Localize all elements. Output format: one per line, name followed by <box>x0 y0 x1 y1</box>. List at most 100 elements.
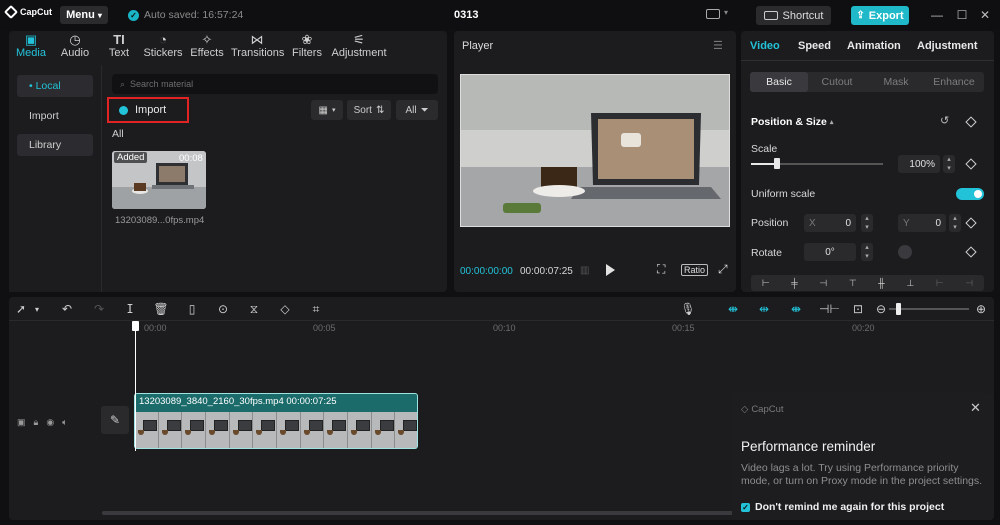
tab-adjustment[interactable]: Adjustment <box>917 40 978 52</box>
tab-stickers[interactable]: ◔ Stickers <box>141 33 185 61</box>
position-x-stepper[interactable]: ▴ ▾ <box>861 214 873 232</box>
sort-button[interactable]: Sort ⇅ <box>347 100 391 120</box>
fullscreen-crop-icon[interactable]: ⛶ <box>657 262 665 277</box>
zoom-fit-icon[interactable]: ⊡ <box>850 302 866 316</box>
auto-snap-icon[interactable]: ⇹ <box>756 302 772 316</box>
lock-icon[interactable]: 🔒︎ <box>34 417 39 428</box>
sidebar-item-local[interactable]: • Local <box>17 75 93 97</box>
track-cover-icon[interactable]: ▣ <box>17 417 26 428</box>
microphone-icon[interactable]: 🎙︎ <box>680 302 696 316</box>
position-x-input[interactable]: X 0 <box>804 214 856 232</box>
tab-media[interactable]: ▣ Media <box>9 33 53 61</box>
uniform-scale-toggle[interactable] <box>956 188 984 200</box>
close-icon[interactable]: ✕ <box>970 400 981 416</box>
subtab-basic[interactable]: Basic <box>750 72 808 92</box>
align-left-icon[interactable]: ⊢ <box>762 278 770 289</box>
view-toggle-button[interactable]: ▦ ▾ <box>311 100 343 120</box>
align-extra-icon[interactable]: ⊣ <box>965 278 973 289</box>
tab-audio[interactable]: ◷ Audio <box>53 33 97 61</box>
scale-value-input[interactable]: 100% <box>898 155 940 173</box>
tab-adjustment[interactable]: ⚟ Adjustment <box>331 33 387 61</box>
align-center-v-icon[interactable]: ╫ <box>878 278 884 288</box>
redo-icon[interactable]: ↷ <box>91 302 107 316</box>
sidebar-item-library[interactable]: Library <box>17 134 93 156</box>
expand-icon[interactable]: ⤢ <box>718 262 728 277</box>
reset-icon[interactable]: ↺ <box>940 114 949 127</box>
preview-axis-icon[interactable]: ⊣⊢ <box>819 302 840 316</box>
chevron-down-icon[interactable]: ▾ <box>724 8 728 17</box>
zoom-slider-handle[interactable] <box>896 303 901 315</box>
align-top-icon[interactable]: ⊤ <box>849 278 857 289</box>
main-track-magnet-icon[interactable]: ⇼ <box>725 302 741 316</box>
section-position-size[interactable]: Position & Size ▴ <box>751 116 833 128</box>
zoom-in-icon[interactable]: ⊕ <box>973 302 989 316</box>
align-bottom-icon[interactable]: ⊥ <box>906 278 914 289</box>
timeline-video-clip[interactable]: 13203089_3840_2160_30fps.mp4 00:00:07:25 <box>134 393 418 449</box>
speaker-icon[interactable]: 🔈︎ <box>62 417 67 428</box>
timecode-grid-icon[interactable]: ▥ <box>580 265 589 276</box>
align-extra-icon[interactable]: ⊢ <box>936 278 944 289</box>
keyframe-icon[interactable] <box>965 217 977 229</box>
menu-button[interactable]: Menu ▾ <box>60 6 108 24</box>
subtab-cutout[interactable]: Cutout <box>808 72 866 92</box>
subtab-mask[interactable]: Mask <box>867 72 925 92</box>
filter-button[interactable]: All ⏷ <box>396 100 438 120</box>
keyframe-icon[interactable] <box>965 158 977 170</box>
eye-icon[interactable]: ◉ <box>46 417 54 428</box>
linkage-icon[interactable]: ⇼ <box>788 302 804 316</box>
shortcut-button[interactable]: Shortcut <box>756 6 831 25</box>
filters-icon: ❀ <box>301 32 313 47</box>
rotate-stepper[interactable]: ▴ ▾ <box>861 243 873 261</box>
playhead-line[interactable] <box>135 331 136 451</box>
split-icon[interactable]: ⵊ <box>122 302 138 316</box>
timeline-scrollbar[interactable] <box>102 511 742 515</box>
keyframe-icon[interactable] <box>965 116 977 128</box>
project-title[interactable]: 0313 <box>454 9 478 21</box>
rotate-input[interactable]: 0° <box>804 243 856 261</box>
keyframe-icon[interactable] <box>965 246 977 258</box>
edit-cover-icon[interactable]: ✎ <box>101 406 129 434</box>
play-icon[interactable] <box>606 264 615 276</box>
tab-filters[interactable]: ❀ Filters <box>285 33 329 61</box>
export-button[interactable]: ⇪ Export <box>851 6 909 25</box>
align-right-icon[interactable]: ⊣ <box>819 278 827 289</box>
tab-transitions[interactable]: ⋈ Transitions <box>231 33 284 61</box>
frame-cup <box>303 430 310 435</box>
minimize-icon[interactable]: — <box>930 8 944 22</box>
tab-video[interactable]: Video <box>750 40 780 52</box>
align-center-h-icon[interactable]: ╪ <box>791 278 797 288</box>
subtab-enhance[interactable]: Enhance <box>925 72 983 92</box>
close-window-icon[interactable]: ✕ <box>978 8 992 22</box>
position-y-stepper[interactable]: ▴ ▾ <box>949 214 961 232</box>
tab-animation[interactable]: Animation <box>847 40 901 52</box>
reverse-icon[interactable]: ⊙ <box>215 302 231 316</box>
video-preview[interactable] <box>460 74 730 227</box>
rotate-dial[interactable] <box>898 245 912 259</box>
sidebar-item-import[interactable]: Import <box>17 105 93 127</box>
maximize-icon[interactable]: ☐ <box>955 8 969 22</box>
crop-icon[interactable]: ⌗ <box>308 302 324 317</box>
tab-text[interactable]: TI Text <box>97 33 141 61</box>
chevron-down-icon[interactable]: ▾ <box>29 305 45 314</box>
playhead-handle[interactable] <box>132 321 139 331</box>
zoom-out-icon[interactable]: ⊖ <box>873 302 889 316</box>
position-y-input[interactable]: Y 0 <box>898 214 946 232</box>
delete-icon[interactable]: 🗑︎ <box>153 302 169 316</box>
select-cursor-icon[interactable]: ➚ <box>13 302 29 316</box>
mirror-icon[interactable]: ⧖ <box>246 302 262 317</box>
zoom-slider[interactable] <box>889 308 969 310</box>
scale-stepper[interactable]: ▴ ▾ <box>943 155 955 173</box>
tab-speed[interactable]: Speed <box>798 40 831 52</box>
hamburger-menu-icon[interactable]: ☰ <box>713 39 723 52</box>
tab-effects[interactable]: ✧ Effects <box>185 33 229 61</box>
rotate-icon[interactable]: ◇ <box>277 302 293 316</box>
ratio-button[interactable]: Ratio <box>681 264 709 276</box>
import-button[interactable]: Import <box>107 97 189 123</box>
layout-icon[interactable] <box>706 9 720 19</box>
undo-icon[interactable]: ↶ <box>59 302 75 316</box>
search-input[interactable]: ⌕ Search material <box>112 74 438 94</box>
scale-slider-handle[interactable] <box>774 158 781 169</box>
freeze-frame-icon[interactable]: ▯ <box>184 302 200 316</box>
timeline-ruler[interactable]: 00:00 00:05 00:10 00:15 00:20 <box>134 322 994 336</box>
dont-remind-checkbox[interactable]: ✓ Don't remind me again for this project <box>741 501 944 513</box>
